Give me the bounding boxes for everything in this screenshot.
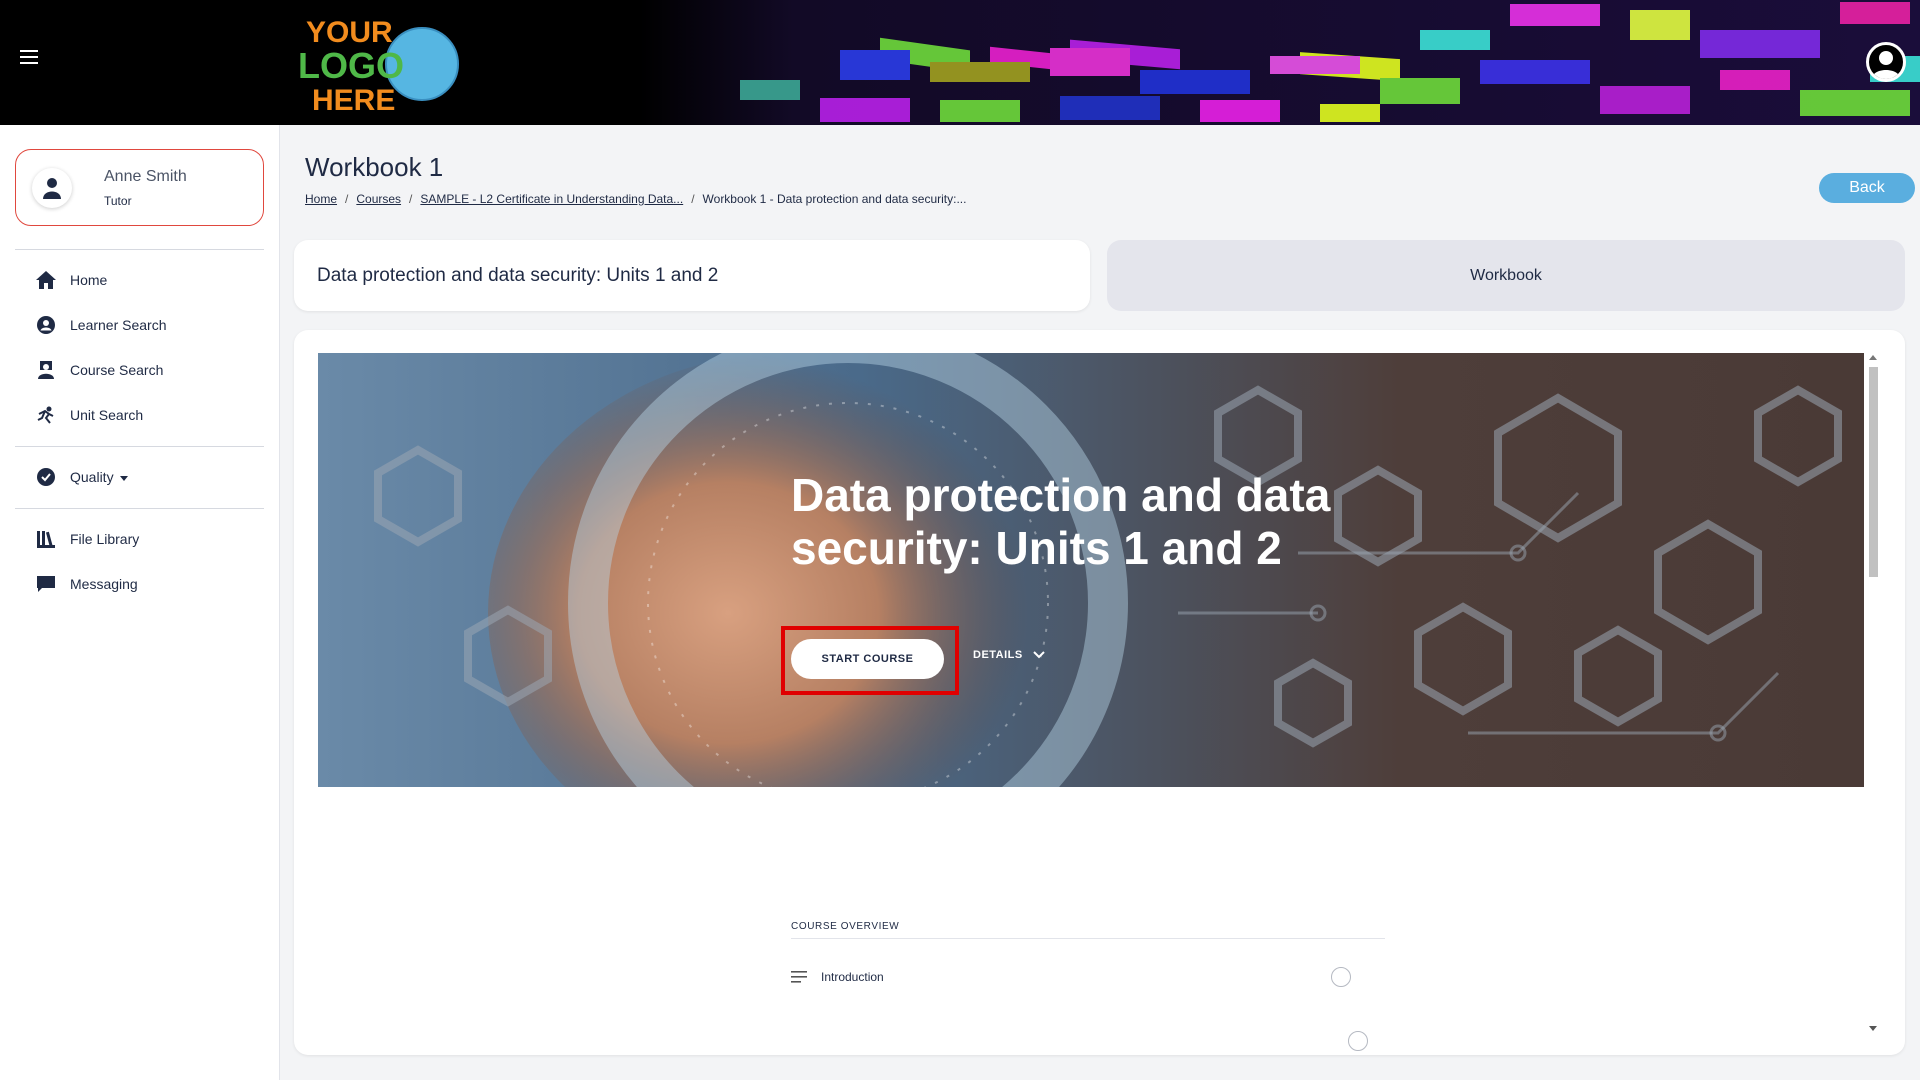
course-icon (36, 360, 56, 380)
top-header: YOUR LOGO HERE (0, 0, 1920, 125)
sidebar-item-messaging[interactable]: Messaging (36, 574, 138, 594)
sidebar-item-label: Quality (70, 469, 128, 485)
svg-text:LOGO: LOGO (298, 45, 404, 86)
scroll-up-icon (1869, 355, 1877, 360)
lesson-title: Introduction (821, 970, 884, 984)
scroll-down-icon (1869, 1026, 1877, 1031)
user-circle-icon (36, 315, 56, 335)
sidebar-item-label: Learner Search (70, 317, 167, 333)
page-title: Workbook 1 (305, 152, 444, 182)
library-icon (36, 529, 56, 549)
course-content-panel: Data protection and data security: Units… (294, 330, 1905, 1055)
course-hero-banner: Data protection and data security: Units… (318, 353, 1864, 787)
back-button[interactable]: Back (1819, 173, 1915, 203)
sidebar-item-label: Home (70, 272, 108, 288)
tab-workbook[interactable]: Workbook (1107, 240, 1905, 311)
sidebar-item-learner-search[interactable]: Learner Search (36, 315, 167, 335)
sidebar-item-quality[interactable]: Quality (36, 467, 128, 487)
home-icon (36, 270, 56, 290)
overview-divider (791, 938, 1385, 939)
content-scrollbar[interactable] (1867, 353, 1880, 1033)
sidebar-item-label: File Library (70, 531, 140, 547)
sidebar-item-course-search[interactable]: Course Search (36, 360, 163, 380)
breadcrumb-current: Workbook 1 - Data protection and data se… (702, 192, 967, 206)
user-icon (43, 177, 61, 199)
message-icon (36, 574, 56, 594)
sidebar-item-label: Messaging (70, 576, 138, 592)
sidebar-divider (15, 249, 264, 250)
sidebar-item-label: Course Search (70, 362, 164, 378)
check-circle-icon (36, 467, 56, 487)
user-profile-card[interactable]: Anne Smith Tutor (15, 149, 264, 226)
breadcrumb: Home / Courses / SAMPLE - L2 Certificate in … (305, 192, 967, 206)
highlight-box (781, 626, 959, 695)
chevron-down-icon (1033, 651, 1045, 659)
course-overview-label: COURSE OVERVIEW (791, 921, 900, 932)
company-logo: YOUR LOGO HERE (298, 16, 459, 116)
unit-icon (36, 405, 56, 425)
sidebar: Anne Smith Tutor Home Learner Search Cou… (0, 125, 280, 1080)
svg-text:HERE: HERE (312, 84, 395, 116)
sidebar-item-unit-search[interactable]: Unit Search (36, 405, 143, 425)
header-banner-image (640, 0, 1920, 125)
breadcrumb-courses-link[interactable]: Courses (356, 192, 401, 206)
hero-title: Data protection and data security: Units… (791, 469, 1331, 574)
lesson-status-circle (1331, 967, 1351, 987)
lesson-status-circle (1348, 1031, 1368, 1051)
sidebar-divider (15, 508, 264, 509)
sidebar-divider (15, 446, 264, 447)
chevron-down-icon (119, 475, 128, 481)
user-name: Anne Smith (104, 167, 187, 185)
user-role: Tutor (104, 193, 132, 208)
sidebar-item-home[interactable]: Home (36, 270, 107, 290)
sidebar-item-label: Unit Search (70, 407, 144, 423)
breadcrumb-home-link[interactable]: Home (305, 192, 337, 206)
details-button[interactable]: DETAILS (973, 649, 1045, 661)
sidebar-item-file-library[interactable]: File Library (36, 529, 139, 549)
breadcrumb-course-link[interactable]: SAMPLE - L2 Certificate in Understanding… (420, 192, 683, 206)
course-title-card: Data protection and data security: Units… (294, 240, 1090, 311)
user-circle-icon[interactable] (1866, 42, 1906, 82)
lesson-item-introduction[interactable]: Introduction (791, 967, 1385, 987)
scrollbar-thumb (1869, 367, 1878, 577)
text-lines-icon (791, 971, 807, 983)
avatar (32, 167, 72, 208)
hamburger-icon[interactable] (20, 50, 38, 64)
